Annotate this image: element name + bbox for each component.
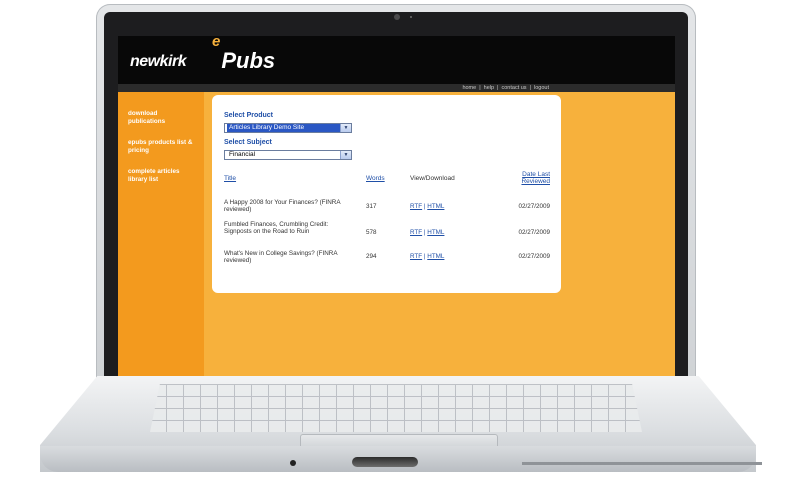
chevron-down-icon[interactable]: ▼ <box>340 151 351 159</box>
row-words: 578 <box>366 229 377 236</box>
camera-indicator <box>410 16 412 18</box>
product-label: Select Product <box>224 112 274 119</box>
sleep-indicator-icon <box>290 460 296 466</box>
top-nav: home | help | contact us | logout <box>118 84 675 92</box>
column-header-words[interactable]: Words <box>366 175 385 182</box>
optical-drive-slot <box>522 462 762 465</box>
top-nav-links: home | help | contact us | logout <box>462 84 549 92</box>
nav-separator: | <box>529 85 531 91</box>
row-date: 02/27/2009 <box>518 229 550 236</box>
product-logo-prefix: e <box>212 36 221 50</box>
nav-link-logout[interactable]: logout <box>534 85 549 91</box>
html-link[interactable]: HTML <box>427 253 444 260</box>
link-separator: | <box>423 229 426 236</box>
column-header-title[interactable]: Title <box>224 175 236 182</box>
screen: newkirk ePubs home | help | contact us | logou… <box>118 36 675 380</box>
nav-link-home[interactable]: home <box>462 85 476 91</box>
column-header-view: View/Download <box>410 175 455 182</box>
link-separator: | <box>423 203 426 210</box>
subject-label: Select Subject <box>224 139 272 146</box>
sidebar-item-products-pricing[interactable]: epubs products list & pricing <box>128 139 196 155</box>
brand-logo[interactable]: newkirk <box>130 53 187 71</box>
rtf-link[interactable]: RTF <box>410 203 422 210</box>
link-separator: | <box>423 253 426 260</box>
subject-select-value: Financial <box>229 151 256 158</box>
row-date: 02/27/2009 <box>518 203 550 210</box>
lid-latch <box>352 457 418 467</box>
sidebar-item-articles-library[interactable]: complete articles library list <box>128 168 194 184</box>
row-words: 317 <box>366 203 377 210</box>
product-select-value: Articles Library Demo Site <box>227 124 343 132</box>
sidebar-item-download-publications[interactable]: download publications <box>128 110 180 126</box>
product-select[interactable]: Articles Library Demo Site ▼ <box>224 123 352 133</box>
column-header-date[interactable]: Date Last Reviewed <box>506 171 550 185</box>
row-words: 294 <box>366 253 377 260</box>
rtf-link[interactable]: RTF <box>410 229 422 236</box>
site-header: newkirk ePubs <box>118 36 675 84</box>
html-link[interactable]: HTML <box>427 203 444 210</box>
nav-link-contact[interactable]: contact us <box>501 85 526 91</box>
chevron-down-icon[interactable]: ▼ <box>340 124 351 132</box>
row-title: What's New in College Savings? (FINRA re… <box>224 250 338 264</box>
content-panel: Select Product Articles Library Demo Sit… <box>212 95 561 293</box>
row-title: A Happy 2008 for Your Finances? (FINRA r… <box>224 199 341 213</box>
webcam-icon <box>394 14 400 20</box>
sidebar: download publications epubs products lis… <box>118 92 204 380</box>
html-link[interactable]: HTML <box>427 229 444 236</box>
subject-select[interactable]: Financial ▼ <box>224 150 352 160</box>
keyboard <box>150 384 642 432</box>
product-logo: ePubs <box>212 36 275 73</box>
row-title: Fumbled Finances, Crumbling Credit: Sign… <box>224 221 329 235</box>
row-date: 02/27/2009 <box>518 253 550 260</box>
product-logo-name: Pubs <box>221 48 276 73</box>
rtf-link[interactable]: RTF <box>410 253 422 260</box>
nav-separator: | <box>479 85 481 91</box>
nav-link-help[interactable]: help <box>484 85 494 91</box>
nav-separator: | <box>497 85 499 91</box>
